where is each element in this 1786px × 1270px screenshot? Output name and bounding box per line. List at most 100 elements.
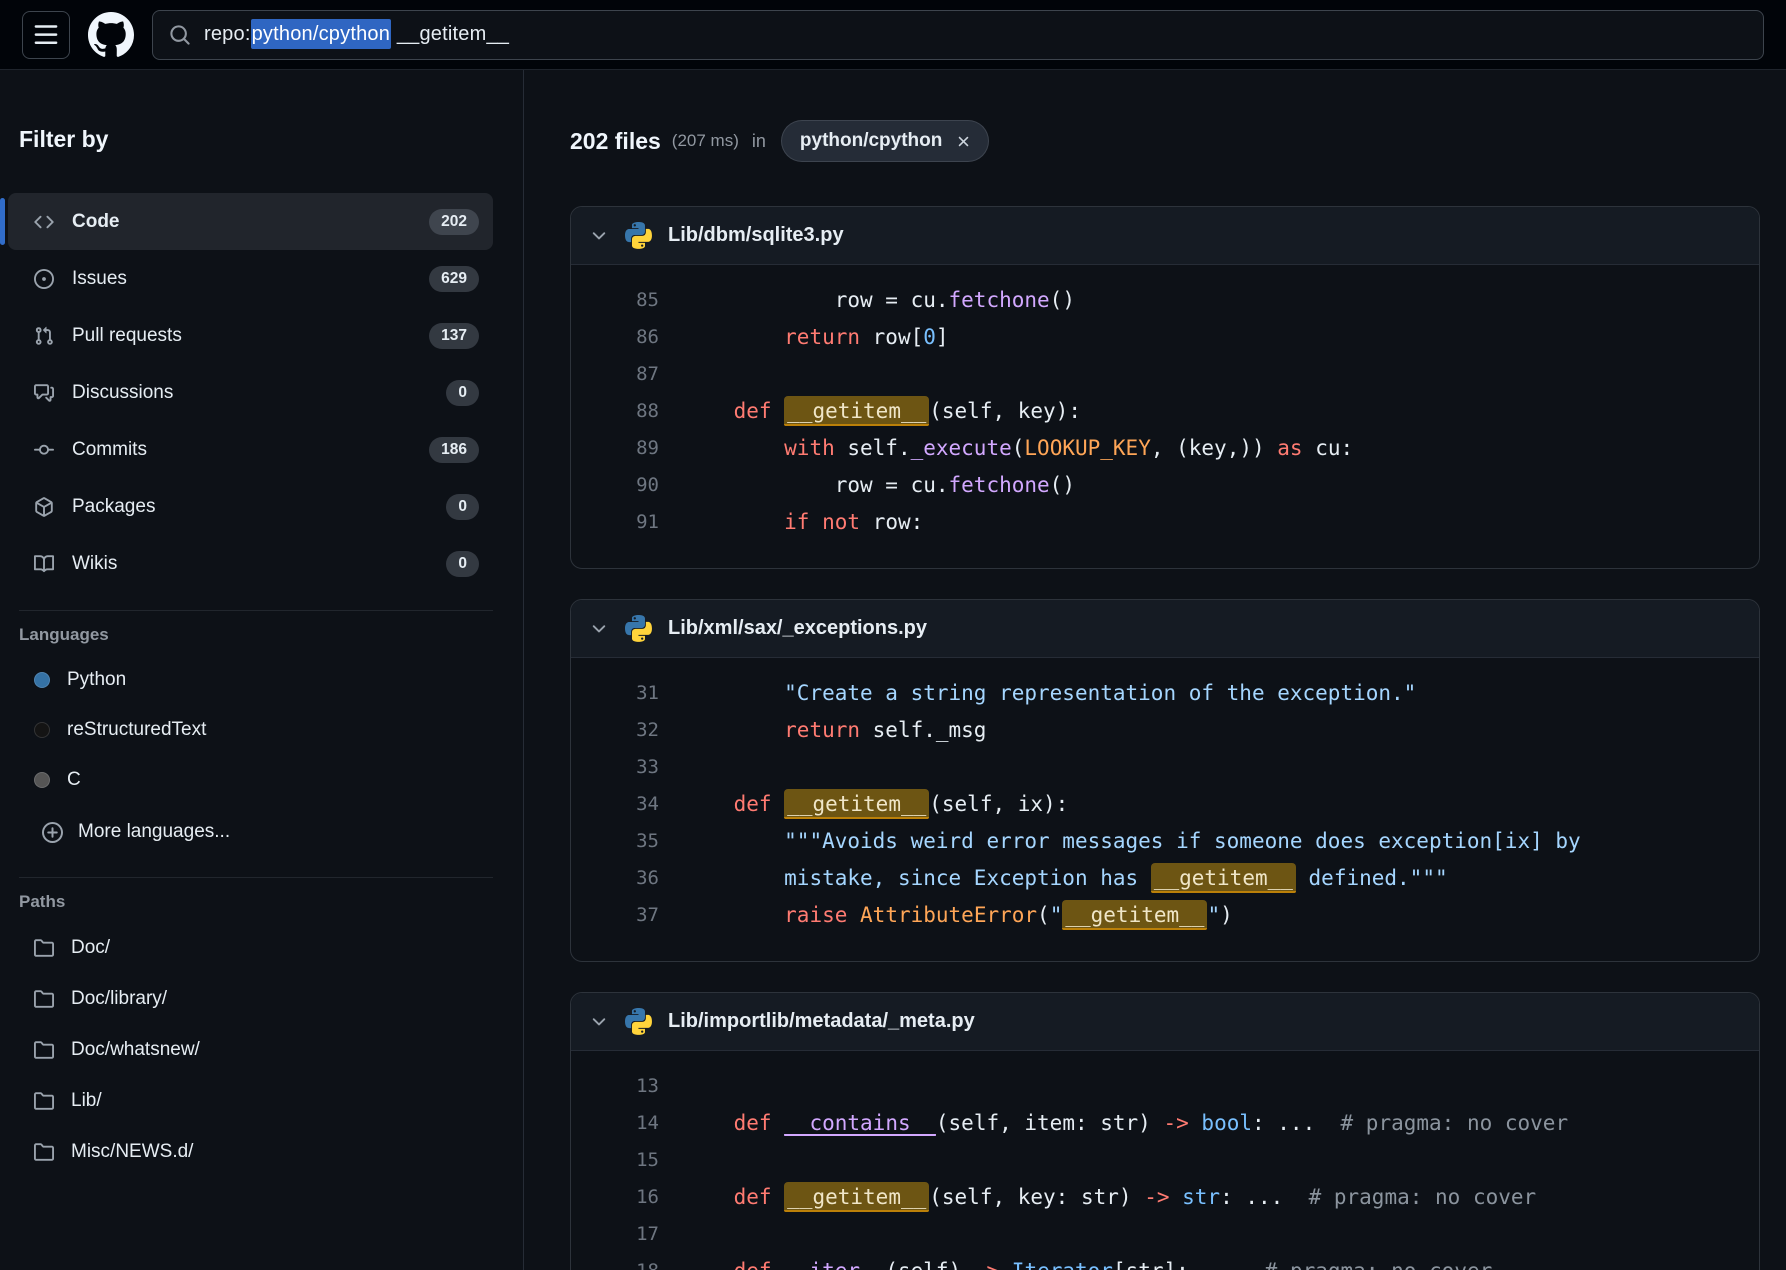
line-number[interactable]: 36 — [571, 867, 659, 889]
folder-icon — [34, 1142, 54, 1162]
code-text: row = cu.fetchone() — [683, 473, 1075, 497]
paths-list: Doc/Doc/library/Doc/whatsnew/Lib/Misc/NE… — [8, 922, 493, 1177]
github-logo[interactable] — [88, 12, 134, 58]
file-path-link[interactable]: Lib/xml/sax/_exceptions.py — [668, 617, 927, 640]
language-dot-icon — [34, 672, 50, 688]
sidebar-language-python[interactable]: Python — [8, 655, 493, 705]
code-text: def __getitem__(self, key: str) -> str: … — [683, 1185, 1536, 1209]
line-number[interactable]: 13 — [571, 1075, 659, 1097]
sidebar-item-commits[interactable]: Commits186 — [8, 421, 493, 478]
line-number[interactable]: 86 — [571, 326, 659, 348]
search-query-term: __getitem__ — [391, 23, 509, 45]
code-line: 33 — [571, 748, 1759, 785]
sidebar-item-pull-requests[interactable]: Pull requests137 — [8, 307, 493, 364]
count-badge: 202 — [429, 209, 479, 235]
python-logo-icon — [625, 615, 652, 642]
line-number[interactable]: 32 — [571, 719, 659, 741]
sidebar-item-packages[interactable]: Packages0 — [8, 478, 493, 535]
top-bar: repo:python/cpython __getitem__ — [0, 0, 1786, 70]
repo-filter-chip[interactable]: python/cpython — [781, 120, 989, 162]
sidebar-item-label: Commits — [72, 439, 147, 461]
line-number[interactable]: 18 — [571, 1260, 659, 1270]
sidebar-item-discussions[interactable]: Discussions0 — [8, 364, 493, 421]
code-text: def __iter__(self) -> Iterator[str]: ...… — [683, 1259, 1492, 1270]
book-icon — [34, 554, 54, 574]
code-line: 13 — [571, 1067, 1759, 1104]
search-match-highlight: __getitem__ — [1151, 863, 1296, 893]
global-search-input[interactable]: repo:python/cpython __getitem__ — [152, 10, 1764, 60]
file-path-link[interactable]: Lib/dbm/sqlite3.py — [668, 224, 844, 247]
search-match-highlight: __getitem__ — [784, 396, 929, 426]
three-bars-icon — [33, 22, 59, 48]
sidebar-language-c[interactable]: C — [8, 755, 493, 805]
code-line: 14 def __contains__(self, item: str) -> … — [571, 1104, 1759, 1141]
comment-discussion-icon — [34, 383, 54, 403]
symbol-link[interactable]: __iter__ — [784, 1259, 885, 1270]
file-card-header[interactable]: Lib/importlib/metadata/_meta.py — [571, 993, 1759, 1051]
code-snippet: 85 row = cu.fetchone()86 return row[0]87… — [571, 265, 1759, 568]
symbol-link[interactable]: __contains__ — [784, 1111, 936, 1135]
code-line: 31 "Create a string representation of th… — [571, 674, 1759, 711]
sidebar-item-code[interactable]: Code202 — [8, 193, 493, 250]
file-results-list: Lib/dbm/sqlite3.py 85 row = cu.fetchone()… — [570, 206, 1760, 1270]
filter-sidebar: Filter by Code202Issues629Pull requests1… — [0, 70, 524, 1270]
sidebar-item-issues[interactable]: Issues629 — [8, 250, 493, 307]
language-label: C — [67, 769, 81, 791]
sidebar-path-doc[interactable]: Doc/ — [8, 922, 493, 973]
file-path-link[interactable]: Lib/importlib/metadata/_meta.py — [668, 1010, 975, 1033]
code-result-card: Lib/xml/sax/_exceptions.py 31 "Create a s… — [570, 599, 1760, 962]
code-line: 87 — [571, 355, 1759, 392]
line-number[interactable]: 89 — [571, 437, 659, 459]
line-number[interactable]: 34 — [571, 793, 659, 815]
path-label: Doc/ — [71, 937, 110, 959]
line-number[interactable]: 17 — [571, 1223, 659, 1245]
code-snippet: 31 "Create a string representation of th… — [571, 658, 1759, 961]
sidebar-item-wikis[interactable]: Wikis0 — [8, 535, 493, 592]
file-card-header[interactable]: Lib/xml/sax/_exceptions.py — [571, 600, 1759, 658]
filter-nav: Code202Issues629Pull requests137Discussi… — [8, 193, 493, 592]
sidebar-item-label: Discussions — [72, 382, 173, 404]
hamburger-menu-button[interactable] — [22, 11, 70, 59]
line-number[interactable]: 90 — [571, 474, 659, 496]
remove-repo-filter-button[interactable] — [950, 128, 976, 154]
line-number[interactable]: 31 — [571, 682, 659, 704]
sidebar-item-label: Packages — [72, 496, 155, 518]
sidebar-path-misc-news-d[interactable]: Misc/NEWS.d/ — [8, 1126, 493, 1177]
path-label: Doc/whatsnew/ — [71, 1039, 200, 1061]
line-number[interactable]: 37 — [571, 904, 659, 926]
code-line: 18 def __iter__(self) -> Iterator[str]: … — [571, 1252, 1759, 1270]
folder-icon — [34, 1091, 54, 1111]
search-match-highlight: __getitem__ — [784, 789, 929, 819]
line-number[interactable]: 85 — [571, 289, 659, 311]
code-text: """Avoids weird error messages if someon… — [683, 829, 1581, 853]
search-query-qualifier: repo: — [204, 23, 251, 45]
line-number[interactable]: 87 — [571, 363, 659, 385]
code-text: "Create a string representation of the e… — [683, 681, 1416, 705]
code-line: 32 return self._msg — [571, 711, 1759, 748]
code-text: raise AttributeError("__getitem__") — [683, 903, 1233, 927]
code-snippet: 13 14 def __contains__(self, item: str) -… — [571, 1051, 1759, 1270]
more-languages-button[interactable]: More languages... — [8, 805, 493, 859]
results-header: 202 files (207 ms) in python/cpython — [570, 120, 1760, 162]
count-badge: 137 — [429, 323, 479, 349]
line-number[interactable]: 91 — [571, 511, 659, 533]
file-card-header[interactable]: Lib/dbm/sqlite3.py — [571, 207, 1759, 265]
line-number[interactable]: 15 — [571, 1149, 659, 1171]
line-number[interactable]: 35 — [571, 830, 659, 852]
sidebar-path-lib[interactable]: Lib/ — [8, 1075, 493, 1126]
repo-chip-label: python/cpython — [800, 130, 942, 152]
python-logo-icon — [625, 222, 652, 249]
line-number[interactable]: 14 — [571, 1112, 659, 1134]
sidebar-path-doc-whatsnew[interactable]: Doc/whatsnew/ — [8, 1024, 493, 1075]
sidebar-language-restructuredtext[interactable]: reStructuredText — [8, 705, 493, 755]
folder-icon — [34, 938, 54, 958]
line-number[interactable]: 16 — [571, 1186, 659, 1208]
sidebar-path-doc-library[interactable]: Doc/library/ — [8, 973, 493, 1024]
line-number[interactable]: 33 — [571, 756, 659, 778]
code-text: if not row: — [683, 510, 923, 534]
results-in-label: in — [752, 131, 766, 152]
language-dot-icon — [34, 772, 50, 788]
code-icon — [34, 212, 54, 232]
line-number[interactable]: 88 — [571, 400, 659, 422]
code-line: 17 — [571, 1215, 1759, 1252]
